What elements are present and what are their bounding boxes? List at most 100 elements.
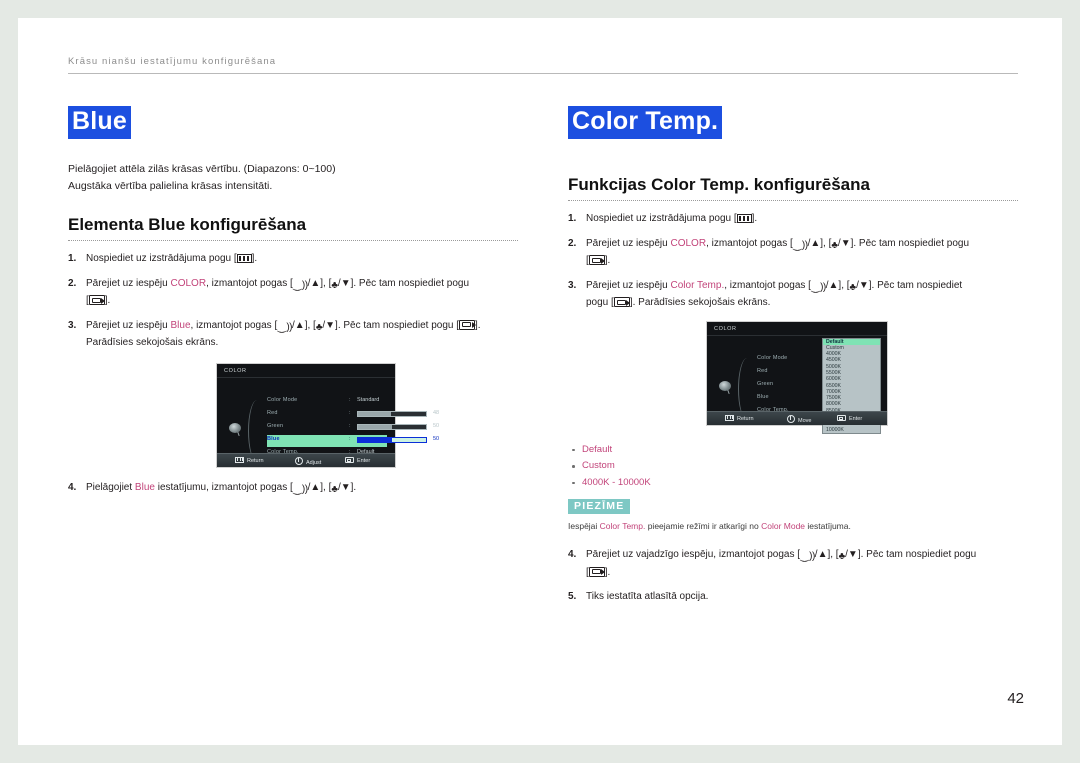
step-text: /▲], [ <box>825 279 850 291</box>
enter-button-icon <box>345 456 354 463</box>
step-text: /▼]. Pēc tam nospiediet pogu <box>845 549 977 561</box>
osd-slider[interactable] <box>357 437 427 443</box>
step-item: 2. Pārejiet uz iespēju COLOR, izmantojot… <box>568 236 1018 269</box>
source-button-icon: ♣ <box>331 483 338 495</box>
step-text: Pielāgojiet <box>86 481 135 493</box>
osd-footer-label: Return <box>247 457 264 464</box>
step-text: Pārejiet uz vajadzīgo iespēju, izmantojo… <box>586 549 801 561</box>
enter-button-icon <box>88 295 106 305</box>
osd-row-label: Red <box>267 409 278 416</box>
right-section-title: Funkcijas Color Temp. konfigurēšana <box>568 175 1018 201</box>
osd-row-label: Green <box>267 422 284 429</box>
note-text-post: iestatījuma. <box>805 521 851 532</box>
note-badge: PIEZĪME <box>568 499 631 515</box>
keyword-color-mode: Color Mode <box>761 521 806 532</box>
enter-button-icon <box>588 255 606 265</box>
note-text-pre: Iespējai <box>568 521 600 532</box>
list-item: 4000K - 10000K <box>568 475 1018 492</box>
osd-footer-enter[interactable]: Enter <box>837 414 863 422</box>
left-lead-paragraph: Pielāgojiet attēla zilās krāsas vērtību.… <box>68 161 518 195</box>
osd-footer-move[interactable]: Move <box>787 414 812 424</box>
right-steps-list-cont: 4. Pārejiet uz vajadzīgo iespēju, izmant… <box>568 547 1018 605</box>
osd-slider[interactable] <box>357 411 427 417</box>
page-title-color-temp: Color Temp. <box>568 106 723 139</box>
osd-footer-label: Enter <box>849 415 863 422</box>
right-steps-list: 1. Nospiediet uz izstrādājuma pogu []. 2… <box>568 211 1018 311</box>
step-text: Parādīsies sekojošais ekrāns. <box>86 337 219 348</box>
step-text: /▼]. <box>337 481 357 493</box>
osd-menu-title: COLOR <box>224 367 247 374</box>
osd-colon: : <box>349 422 351 429</box>
osd-slider[interactable] <box>357 424 427 430</box>
source-button-icon: ♣ <box>831 239 838 251</box>
osd-row-color-mode[interactable]: Color Mode : Standard <box>267 396 387 408</box>
osd-body: Color Mode : Standard Red : 48 Green: 5… <box>217 378 439 468</box>
list-item: Default <box>568 442 1018 459</box>
step-text: ]. Parādīsies sekojošais ekrāns. <box>629 297 771 308</box>
osd-row-label: Red <box>757 367 768 374</box>
osd-footer-return[interactable]: Return <box>725 414 754 422</box>
step-text: ]. <box>604 255 611 266</box>
adjust-icon <box>295 456 303 465</box>
volume-button-icon: ⏝)) <box>810 281 826 293</box>
step-text: /▲], [ <box>292 319 316 331</box>
step-item: 4. Pielāgojiet Blue iestatījumu, izmanto… <box>68 480 518 498</box>
step-text: , izmantojot pogas [ <box>706 237 793 249</box>
source-button-icon: ♣ <box>331 279 338 291</box>
step-text: /▲], [ <box>807 237 832 249</box>
osd-menu-title: COLOR <box>714 325 737 332</box>
step-text-tail: ]. <box>251 253 258 264</box>
step-text: , izmantojot pogas [ <box>724 279 811 291</box>
osd-footer-return[interactable]: Return <box>235 456 264 464</box>
osd-row-value: 50 <box>433 435 440 442</box>
volume-button-icon: ⏝)) <box>792 239 808 251</box>
osd-row-green[interactable]: Green : 50 <box>267 422 439 434</box>
osd-row-red[interactable]: Red : 48 <box>267 409 439 421</box>
osd-footer-enter[interactable]: Enter <box>345 456 370 464</box>
step-text: Pārejiet uz iespēju <box>586 279 671 291</box>
enter-button-icon <box>613 297 631 307</box>
osd-footer-label: Move <box>798 417 812 424</box>
left-steps-list: 1. Nospiediet uz izstrādājuma pogu []. 2… <box>68 251 518 351</box>
page-header: Krāsu nianšu iestatījumu konfigurēšana <box>68 56 1018 74</box>
step-number: 5. <box>568 591 577 603</box>
menu-button-icon <box>736 214 752 223</box>
osd-footer-bar: Return Adjust Enter <box>217 452 395 467</box>
osd-row-label: Blue <box>267 435 280 442</box>
keyword-blue: Blue <box>170 319 191 331</box>
osd-row-label: Color Mode <box>757 354 788 361</box>
step-number: 2. <box>568 237 577 249</box>
step-text: ]. <box>475 319 481 331</box>
osd-colon: : <box>349 409 351 416</box>
step-text: , izmantojot pogas [ <box>206 277 293 289</box>
volume-button-icon: ⏝)) <box>277 321 293 333</box>
osd-row-blue-selected[interactable]: Blue : 50 <box>267 434 439 447</box>
step-text: , izmantojot pogas [ <box>190 319 278 331</box>
source-button-icon: ♣ <box>849 281 857 293</box>
dropdown-option[interactable]: 10000K <box>823 427 880 433</box>
step-text: /▼]. Pēc tam nospiediet pogu [ <box>322 319 460 331</box>
enter-button-icon <box>837 414 846 421</box>
step-number: 3. <box>68 319 77 331</box>
two-column-body: Blue Pielāgojiet attēla zilās krāsas vēr… <box>68 106 1018 666</box>
osd-body: Color Mode : Red : Green : Blue <box>707 336 887 434</box>
source-button-icon: ♣ <box>315 321 323 333</box>
osd-row-value: 50 <box>433 422 440 429</box>
step-text: /▲], [ <box>814 549 839 561</box>
step-text: Tiks iestatīta atlasītā opcija. <box>586 591 709 603</box>
volume-button-icon: ⏝)) <box>800 551 815 563</box>
osd-screenshot-blue: COLOR Color Mode : Standard Red: 48 Gre… <box>216 362 439 468</box>
keyword-blue: Blue <box>134 481 155 493</box>
step-number: 3. <box>568 279 577 291</box>
right-column: Color Temp. Funkcijas Color Temp. konfig… <box>568 106 1018 614</box>
menu-button-icon <box>236 254 252 263</box>
step-number: 1. <box>68 253 77 264</box>
osd-row-label: Color Mode <box>267 396 298 403</box>
left-lead-line-1: Pielāgojiet attēla zilās krāsas vērtību.… <box>68 163 336 175</box>
step-number: 1. <box>568 213 577 224</box>
step-number: 4. <box>68 481 77 493</box>
osd-footer-adjust[interactable]: Adjust <box>295 456 321 466</box>
step-text: /▼]. Pēc tam nospiediet pogu <box>337 277 470 289</box>
color-temp-options-list: Default Custom 4000K - 10000K <box>568 442 1018 492</box>
step-text: pogu [ <box>586 297 614 308</box>
